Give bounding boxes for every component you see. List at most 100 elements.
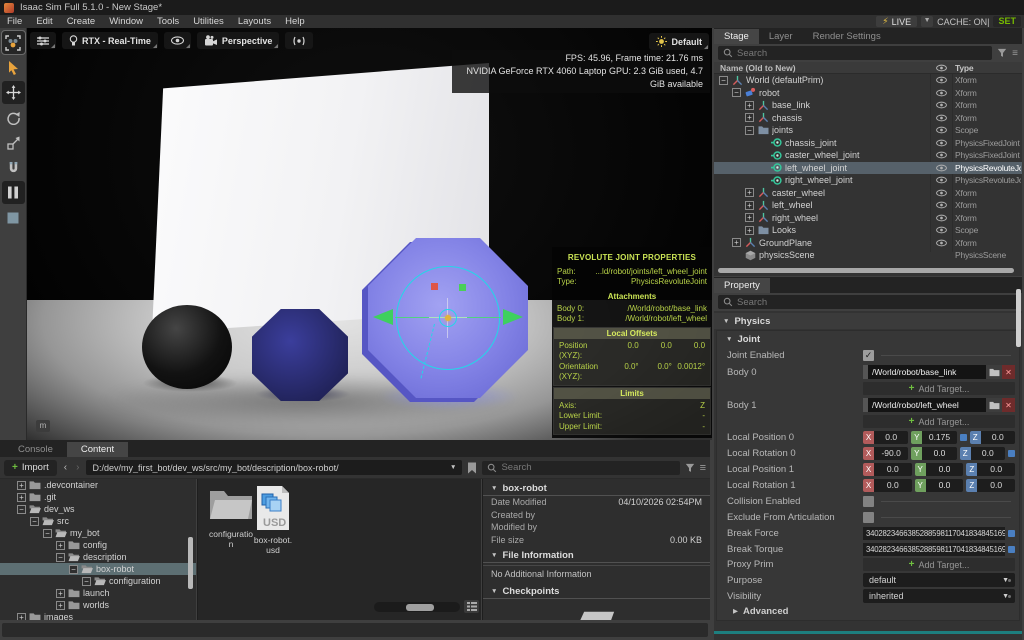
field-local-rotation-0-x[interactable]: X-90.0 <box>863 447 908 460</box>
stage-row-world-defaultprim[interactable]: −World (defaultPrim)Xform <box>714 74 1022 87</box>
viewport-3d[interactable]: RTX - Real-Time Perspective Default FPS:… <box>27 28 712 440</box>
browse-folder-icon[interactable] <box>986 398 1002 412</box>
field-local-rotation-0-z[interactable]: Z0.0 <box>960 447 1005 460</box>
axis-value[interactable]: 0.0 <box>926 479 964 492</box>
axis-value[interactable]: 0.0 <box>874 479 912 492</box>
folder-row-launch[interactable]: +launch <box>0 587 196 599</box>
select-mode-tool-button[interactable] <box>2 31 25 54</box>
number-field-break-torque[interactable]: 340282346638528859811704183484516925440.… <box>863 543 1005 556</box>
property-search-input[interactable]: Search <box>718 295 1018 309</box>
gizmo-handle-red[interactable] <box>431 283 438 290</box>
camera-button[interactable]: Perspective <box>197 32 280 49</box>
stage-row-robot[interactable]: −robotXform <box>714 87 1022 100</box>
menu-window[interactable]: Window <box>102 16 150 27</box>
clear-target-icon[interactable]: ✕ <box>1002 365 1015 379</box>
visibility-eye-icon[interactable] <box>933 76 949 84</box>
stage-row-base-link[interactable]: +base_linkXform <box>714 99 1022 112</box>
bookmark-icon[interactable] <box>467 462 477 474</box>
axis-value[interactable]: 0.0 <box>977 463 1015 476</box>
scale-tool-button[interactable] <box>2 131 25 154</box>
snap-tool-button[interactable] <box>2 156 25 179</box>
expander-icon[interactable]: + <box>745 113 754 122</box>
tab-console[interactable]: Console <box>4 442 67 457</box>
visibility-eye-icon[interactable] <box>933 89 949 97</box>
stage-row-caster-wheel-joint[interactable]: caster_wheel_jointPhysicsFixedJoint <box>714 149 1022 162</box>
field-local-rotation-1-z[interactable]: Z0.0 <box>966 479 1015 492</box>
menu-file[interactable]: File <box>0 16 29 27</box>
expander-icon[interactable]: − <box>69 565 78 574</box>
expander-icon[interactable]: + <box>56 541 65 550</box>
stage-row-chassis[interactable]: +chassisXform <box>714 112 1022 125</box>
stage-row-right-wheel[interactable]: +right_wheelXform <box>714 212 1022 225</box>
content-search-input[interactable]: Search <box>482 461 679 475</box>
axis-value[interactable]: 0.175 <box>922 431 956 444</box>
expander-icon[interactable]: − <box>719 76 728 85</box>
stage-row-chassis-joint[interactable]: chassis_jointPhysicsFixedJoint <box>714 137 1022 150</box>
target-path-value[interactable]: /World/robot/base_link <box>868 365 986 379</box>
stage-row-caster-wheel[interactable]: +caster_wheelXform <box>714 187 1022 200</box>
cache-set-button[interactable]: SET <box>993 16 1021 27</box>
expander-icon[interactable]: + <box>17 613 26 621</box>
clear-target-icon[interactable]: ✕ <box>1002 398 1015 412</box>
field-local-rotation-1-y[interactable]: Y0.0 <box>915 479 964 492</box>
folder-row-description[interactable]: −description <box>0 551 196 563</box>
filter-icon[interactable] <box>685 463 695 473</box>
stage-row-right-wheel-joint[interactable]: right_wheel_jointPhysicsRevoluteJoint <box>714 174 1022 187</box>
gizmo-center-dot[interactable] <box>445 315 451 321</box>
add-target-button[interactable]: +Add Target... <box>863 415 1015 428</box>
gizmo-handle-green[interactable] <box>459 284 466 291</box>
thumbnail-zoom-slider[interactable] <box>374 602 460 612</box>
axis-value[interactable]: 0.0 <box>977 479 1015 492</box>
number-field-break-force[interactable]: 340282346638528859811704183484516925440.… <box>863 527 1005 540</box>
axis-value[interactable]: 0.0 <box>922 447 956 460</box>
axis-value[interactable]: 0.0 <box>971 447 1005 460</box>
stage-row-left-wheel[interactable]: +left_wheelXform <box>714 199 1022 212</box>
folder-row-my-bot[interactable]: −my_bot <box>0 527 196 539</box>
add-target-button[interactable]: +Add Target... <box>863 382 1015 395</box>
expander-icon[interactable]: − <box>30 517 39 526</box>
browse-folder-icon[interactable] <box>986 365 1002 379</box>
checkbox-joint-enabled[interactable]: ✓ <box>863 350 874 361</box>
menu-layouts[interactable]: Layouts <box>231 16 278 27</box>
visibility-eye-icon[interactable] <box>933 201 949 209</box>
tab-stage[interactable]: Stage <box>714 29 759 44</box>
field-local-position-0-z[interactable]: Z0.0 <box>970 431 1015 444</box>
field-local-rotation-1-x[interactable]: X0.0 <box>863 479 912 492</box>
expander-icon[interactable]: + <box>745 201 754 210</box>
live-dropdown-icon[interactable]: ▼ <box>921 16 933 27</box>
stage-column-header[interactable]: Name (Old to New) Type <box>714 62 1022 74</box>
expander-icon[interactable]: + <box>17 481 26 490</box>
back-icon[interactable]: ‹ <box>62 462 69 473</box>
details-header[interactable]: ▼box-robot <box>483 481 710 496</box>
stop-tool-button[interactable] <box>2 206 25 229</box>
visibility-eye-icon[interactable] <box>933 126 949 134</box>
target-field-body-0[interactable]: /World/robot/base_link ✕ <box>863 365 1015 379</box>
expander-icon[interactable]: − <box>56 553 65 562</box>
dropdown-visibility[interactable]: inherited▼ <box>863 589 1015 603</box>
checkpoints-header[interactable]: ▼Checkpoints <box>483 584 710 599</box>
cursor-tool-button[interactable] <box>2 56 25 79</box>
signal-button[interactable] <box>285 32 313 49</box>
visibility-eye-icon[interactable] <box>933 151 949 159</box>
visibility-eye-icon[interactable] <box>933 164 949 172</box>
forward-icon[interactable]: › <box>74 462 81 473</box>
folder-row-dev-ws[interactable]: −dev_ws <box>0 503 196 515</box>
menu-help[interactable]: Help <box>278 16 312 27</box>
options-icon[interactable]: ≡ <box>1012 48 1018 59</box>
lighting-button[interactable]: Default <box>649 33 709 50</box>
expander-icon[interactable]: − <box>17 505 26 514</box>
expander-icon[interactable]: − <box>745 126 754 135</box>
visibility-eye-icon[interactable] <box>933 101 949 109</box>
visibility-eye-icon[interactable] <box>933 139 949 147</box>
folder-row-configuration[interactable]: −configuration <box>0 575 196 587</box>
gizmo-arrow-left[interactable] <box>373 309 393 325</box>
visibility-eye-icon[interactable] <box>933 214 949 222</box>
tab-render-settings[interactable]: Render Settings <box>803 29 891 44</box>
expander-icon[interactable]: + <box>745 226 754 235</box>
section-physics[interactable]: ▼Physics <box>714 313 1022 329</box>
menu-create[interactable]: Create <box>60 16 103 27</box>
expander-icon[interactable]: + <box>56 589 65 598</box>
axis-value[interactable]: 0.0 <box>874 463 912 476</box>
expander-icon[interactable]: + <box>17 493 26 502</box>
stage-row-looks[interactable]: +LooksScope <box>714 224 1022 237</box>
